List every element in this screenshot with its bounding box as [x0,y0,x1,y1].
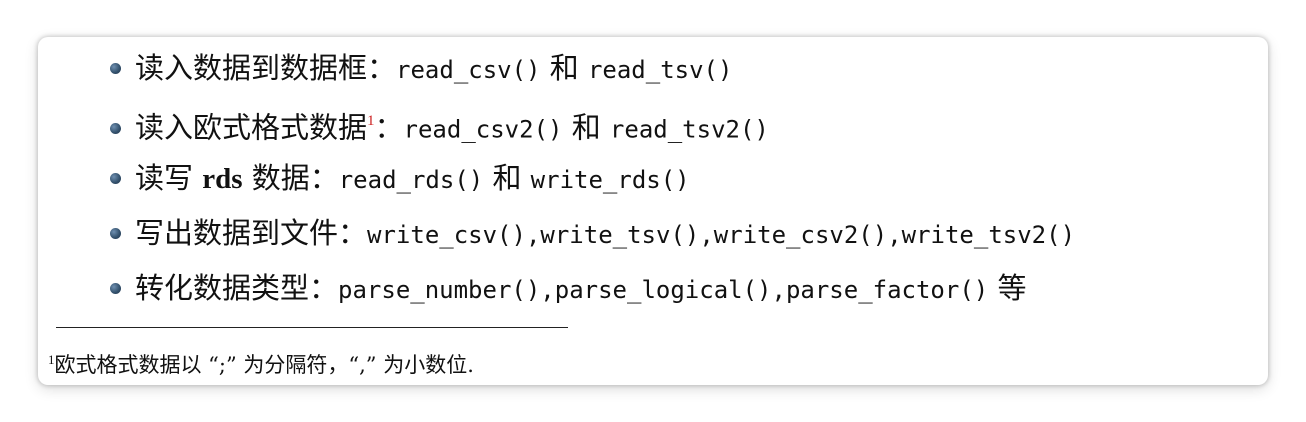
conjunction: 和 [483,161,531,195]
function-write-list: write_csv(),write_tsv(),write_csv2(),wri… [367,221,1076,249]
bullet-icon [110,172,121,184]
footnote-text: 欧式格式数据以 “;” 为分隔符，“,” 为小数位. [54,353,474,377]
function-write-rds: write_rds() [530,166,690,194]
item-suffix: 等 [988,271,1027,305]
function-read-csv2: read_csv2() [403,115,563,144]
function-read-tsv2: read_tsv2() [609,115,769,144]
item-label-rds: rds [202,163,243,195]
conjunction: 和 [540,51,588,85]
bullet-icon [110,122,121,134]
function-read-csv: read_csv() [396,56,541,84]
item-label-colon: ： [374,110,404,145]
footnote: 1欧式格式数据以 “;” 为分隔符，“,” 为小数位. [48,349,474,379]
bullet-icon [110,282,121,294]
conjunction: 和 [562,110,610,145]
list-item-rds: 读写 rds 数据：read_rds() 和 write_rds() [110,151,1075,206]
footnote-ref: 1 [367,113,375,129]
function-read-rds: read_rds() [338,166,484,194]
function-list: 读入数据到数据框：read_csv() 和 read_tsv() 读入欧式格式数… [110,41,1075,316]
list-item-write-file: 写出数据到文件：write_csv(),write_tsv(),write_cs… [110,206,1075,261]
list-item-read-european: 读入欧式格式数据1：read_csv2() 和 read_tsv2() [110,96,1075,151]
function-read-tsv: read_tsv() [587,56,733,84]
list-item-parse-types: 转化数据类型：parse_number(),parse_logical(),pa… [110,261,1075,316]
item-label-pre: 读写 [135,161,203,195]
slide-card: 读入数据到数据框：read_csv() 和 read_tsv() 读入欧式格式数… [38,37,1268,385]
item-label-post: 数据： [242,161,339,195]
item-label: 读入欧式格式数据 [135,110,368,145]
item-label: 写出数据到文件： [135,216,368,250]
list-item-read-dataframe: 读入数据到数据框：read_csv() 和 read_tsv() [110,41,1075,96]
bullet-icon [110,227,121,239]
item-label: 读入数据到数据框： [135,51,397,85]
item-label: 转化数据类型： [135,271,339,305]
bullet-icon [110,62,121,74]
footnote-divider [56,327,568,328]
function-parse-list: parse_number(),parse_logical(),parse_fac… [338,276,989,304]
